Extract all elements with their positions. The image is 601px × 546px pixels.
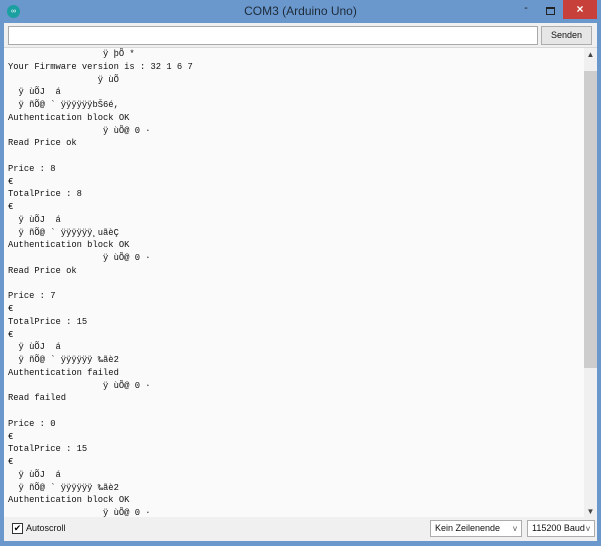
output-line: Read Price ok <box>8 138 77 149</box>
output-line: ÿ ùÕ@ 0 · <box>8 508 151 517</box>
serial-output: ÿ þÕ * Your Firmware version is : 32 1 6 … <box>4 47 597 517</box>
autoscroll-checkbox[interactable]: ✔ <box>12 523 23 534</box>
output-line: Authentication block OK <box>8 240 130 251</box>
output-line: TotalPrice : 8 <box>8 189 82 200</box>
scroll-down-icon[interactable]: ▼ <box>584 505 597 517</box>
output-line: € <box>8 176 14 187</box>
maximize-button[interactable] <box>540 2 560 18</box>
send-button[interactable]: Senden <box>541 26 592 45</box>
baud-rate-select[interactable]: 115200 Baud v <box>527 520 595 537</box>
output-line: Price : 0 <box>8 418 56 429</box>
output-line: TotalPrice : 15 <box>8 444 88 455</box>
output-line: ÿ þÕ * <box>8 49 135 59</box>
close-button[interactable]: × <box>563 0 597 19</box>
output-line: Read failed <box>8 393 67 404</box>
output-text: ÿ þÕ * Your Firmware version is : 32 1 6 … <box>8 48 193 517</box>
window-title: COM3 (Arduino Uno) <box>244 4 357 18</box>
output-line: ÿ ùÕ@ 0 · <box>8 380 151 391</box>
output-line: Authentication block OK <box>8 112 130 123</box>
chevron-down-icon: v <box>586 524 590 533</box>
output-line: Your Firmware version is : 32 1 6 7 <box>8 61 193 72</box>
output-line: Authentication block OK <box>8 495 130 506</box>
line-ending-value: Kein Zeilenende <box>435 523 501 533</box>
output-line: ÿ ñÕ@ ` ÿÿÿÿÿÿbŠ6é, <box>8 100 119 110</box>
output-line: ÿ ùÕJ á <box>8 469 61 480</box>
output-line: Read Price ok <box>8 265 77 276</box>
output-line: ÿ ùÕ@ 0 · <box>8 125 151 136</box>
output-line: € <box>8 202 14 212</box>
autoscroll-label: Autoscroll <box>26 523 66 533</box>
output-line: Price : 7 <box>8 291 56 302</box>
send-input[interactable] <box>8 26 538 45</box>
scrollbar-thumb[interactable] <box>584 71 597 368</box>
output-line: ÿ ùÕJ á <box>8 87 61 98</box>
output-line: ÿ ñÕ@ ` ÿÿÿÿÿÿ¸uãèÇ <box>8 227 119 238</box>
output-line: ÿ ñÕ@ ` ÿÿÿÿÿÿ ‰ãè2 <box>8 482 119 493</box>
minimize-button[interactable]: - <box>516 2 536 18</box>
serial-monitor: Senden ÿ þÕ * Your Firmware version is : … <box>4 23 597 541</box>
maximize-icon <box>545 7 555 15</box>
scroll-up-icon[interactable]: ▲ <box>584 48 597 61</box>
output-line: € <box>8 304 14 314</box>
output-line: Price : 8 <box>8 163 56 174</box>
chevron-down-icon: v <box>513 524 517 533</box>
output-line: ÿ ùÕJ á <box>8 342 61 353</box>
output-line: ÿ ñÕ@ ` ÿÿÿÿÿÿ ‰ãè2 <box>8 355 119 365</box>
title-bar: ∞ COM3 (Arduino Uno) - × <box>0 0 601 24</box>
vertical-scrollbar[interactable]: ▲ ▼ <box>584 48 597 517</box>
output-line: TotalPrice : 15 <box>8 316 88 327</box>
baud-rate-value: 115200 Baud <box>532 523 585 533</box>
output-line: € <box>8 329 14 340</box>
output-line: Authentication failed <box>8 367 119 378</box>
footer-bar: ✔ Autoscroll Kein Zeilenende v 115200 Bau… <box>4 517 597 541</box>
output-line: € <box>8 431 14 442</box>
output-line: ÿ ùÕ@ 0 · <box>8 253 151 263</box>
line-ending-select[interactable]: Kein Zeilenende v <box>430 520 522 537</box>
output-line: ÿ ùÕ <box>8 74 119 85</box>
output-line: ÿ ùÕJ á <box>8 214 61 225</box>
output-line: € <box>8 457 14 467</box>
